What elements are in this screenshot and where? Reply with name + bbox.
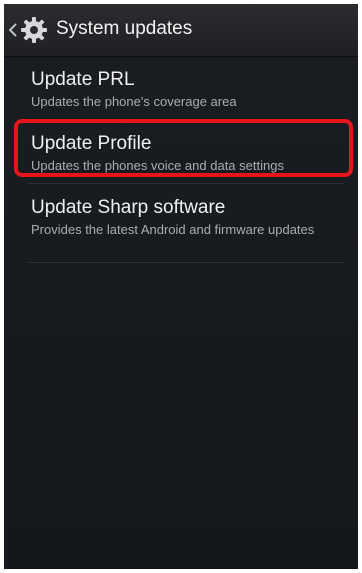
action-bar[interactable]: System updates xyxy=(4,4,358,57)
highlight-box xyxy=(14,119,353,177)
item-title: Update PRL xyxy=(31,69,135,90)
gear-icon[interactable] xyxy=(19,15,49,45)
phone-screen: System updates Update PRL Updates the ph… xyxy=(4,4,358,569)
page-title: System updates xyxy=(56,18,193,39)
chevron-left-icon[interactable] xyxy=(8,21,18,39)
item-title: Update Sharp software xyxy=(31,197,226,218)
divider xyxy=(28,262,344,263)
item-subtitle: Provides the latest Android and firmware… xyxy=(31,222,315,237)
list-item-update-sharp-software[interactable]: Update Sharp software Provides the lates… xyxy=(4,184,358,262)
item-subtitle: Updates the phone's coverage area xyxy=(31,94,237,109)
list-item-update-prl[interactable]: Update PRL Updates the phone's coverage … xyxy=(4,57,358,119)
